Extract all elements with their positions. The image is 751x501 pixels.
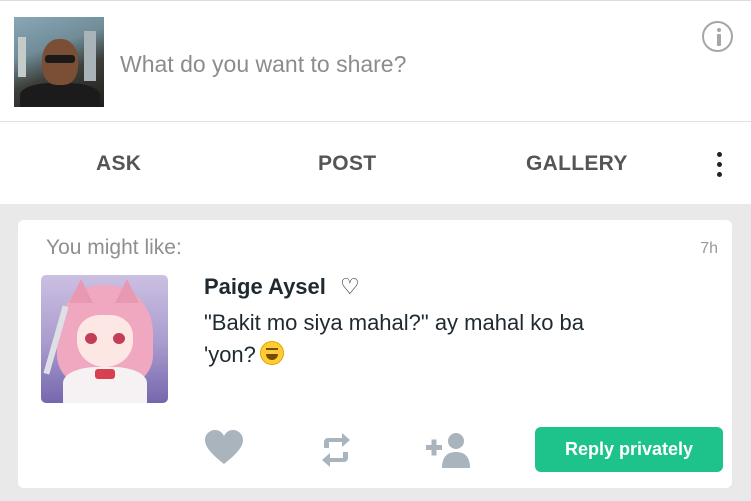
add-person-icon[interactable] <box>424 432 474 468</box>
action-bar: ASK POST GALLERY <box>0 121 751 204</box>
info-icon[interactable] <box>702 21 733 52</box>
laughing-emoji-icon <box>259 341 284 365</box>
author-name[interactable]: Paige Aysel <box>204 274 326 300</box>
more-vertical-icon[interactable] <box>712 152 726 178</box>
card-header: You might like: <box>46 236 182 259</box>
share-input[interactable]: What do you want to share? <box>120 51 406 78</box>
user-avatar[interactable] <box>14 17 104 107</box>
reply-privately-button[interactable]: Reply privately <box>535 427 723 472</box>
repost-icon[interactable] <box>318 430 354 470</box>
suggestion-card: You might like: 7h Paige Aysel ♡ "Bakit … <box>18 220 732 488</box>
author-heart-symbol: ♡ <box>340 274 360 299</box>
gallery-button[interactable]: GALLERY <box>526 152 628 176</box>
author-avatar[interactable] <box>41 275 168 403</box>
heart-icon[interactable] <box>204 430 244 466</box>
composer-bar: What do you want to share? <box>0 0 751 121</box>
ask-button[interactable]: ASK <box>96 152 141 176</box>
post-timestamp: 7h <box>700 240 718 257</box>
post-button[interactable]: POST <box>318 152 376 176</box>
post-message: "Bakit mo siya mahal?" ay mahal ko ba 'y… <box>204 307 634 371</box>
